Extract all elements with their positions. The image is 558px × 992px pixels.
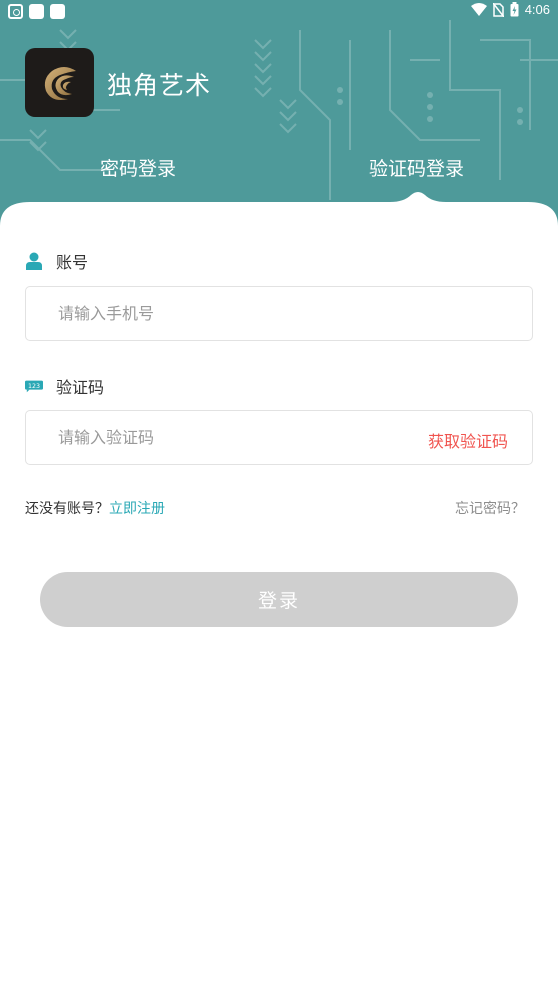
verify-input-box[interactable]: 获取验证码 (25, 410, 533, 465)
tab-code-login[interactable]: 验证码登录 (369, 154, 464, 181)
verify-code-input[interactable] (58, 411, 418, 464)
phone-input-box[interactable] (25, 286, 533, 341)
register-prompt: 还没有账号？立即注册 (25, 498, 165, 518)
forgot-password-link[interactable]: 忘记密码？ (455, 498, 525, 518)
status-system-icons: 4:06 (470, 2, 550, 17)
status-time: 4:06 (524, 2, 550, 17)
app-name: 独角艺术 (107, 71, 212, 100)
notification-square-icon (29, 4, 44, 19)
svg-text:123: 123 (28, 383, 40, 390)
user-icon (25, 252, 43, 270)
get-code-button[interactable]: 获取验证码 (428, 428, 508, 452)
no-sim-icon (492, 2, 504, 17)
form-card-top-edge (0, 192, 558, 246)
login-button[interactable]: 登录 (40, 572, 518, 627)
register-prompt-text: 还没有账号？ (25, 501, 109, 517)
verify-label-text: 验证码 (56, 378, 105, 397)
tab-password-login[interactable]: 密码登录 (100, 154, 176, 181)
number-code-icon: 123 (25, 377, 43, 395)
app-logo (25, 48, 94, 117)
verify-code-label: 123 验证码 (25, 374, 104, 398)
phone-input[interactable] (58, 287, 418, 340)
battery-charging-icon (510, 2, 519, 17)
register-link[interactable]: 立即注册 (109, 501, 165, 517)
eagle-logo-icon (44, 66, 76, 100)
wifi-icon (470, 3, 487, 16)
account-label-text: 账号 (56, 253, 89, 272)
account-label: 账号 (25, 249, 88, 273)
status-notifications (8, 4, 65, 19)
notification-square-icon (50, 4, 65, 19)
status-bar: 4:06 (0, 0, 558, 24)
notification-app-icon (8, 4, 23, 19)
